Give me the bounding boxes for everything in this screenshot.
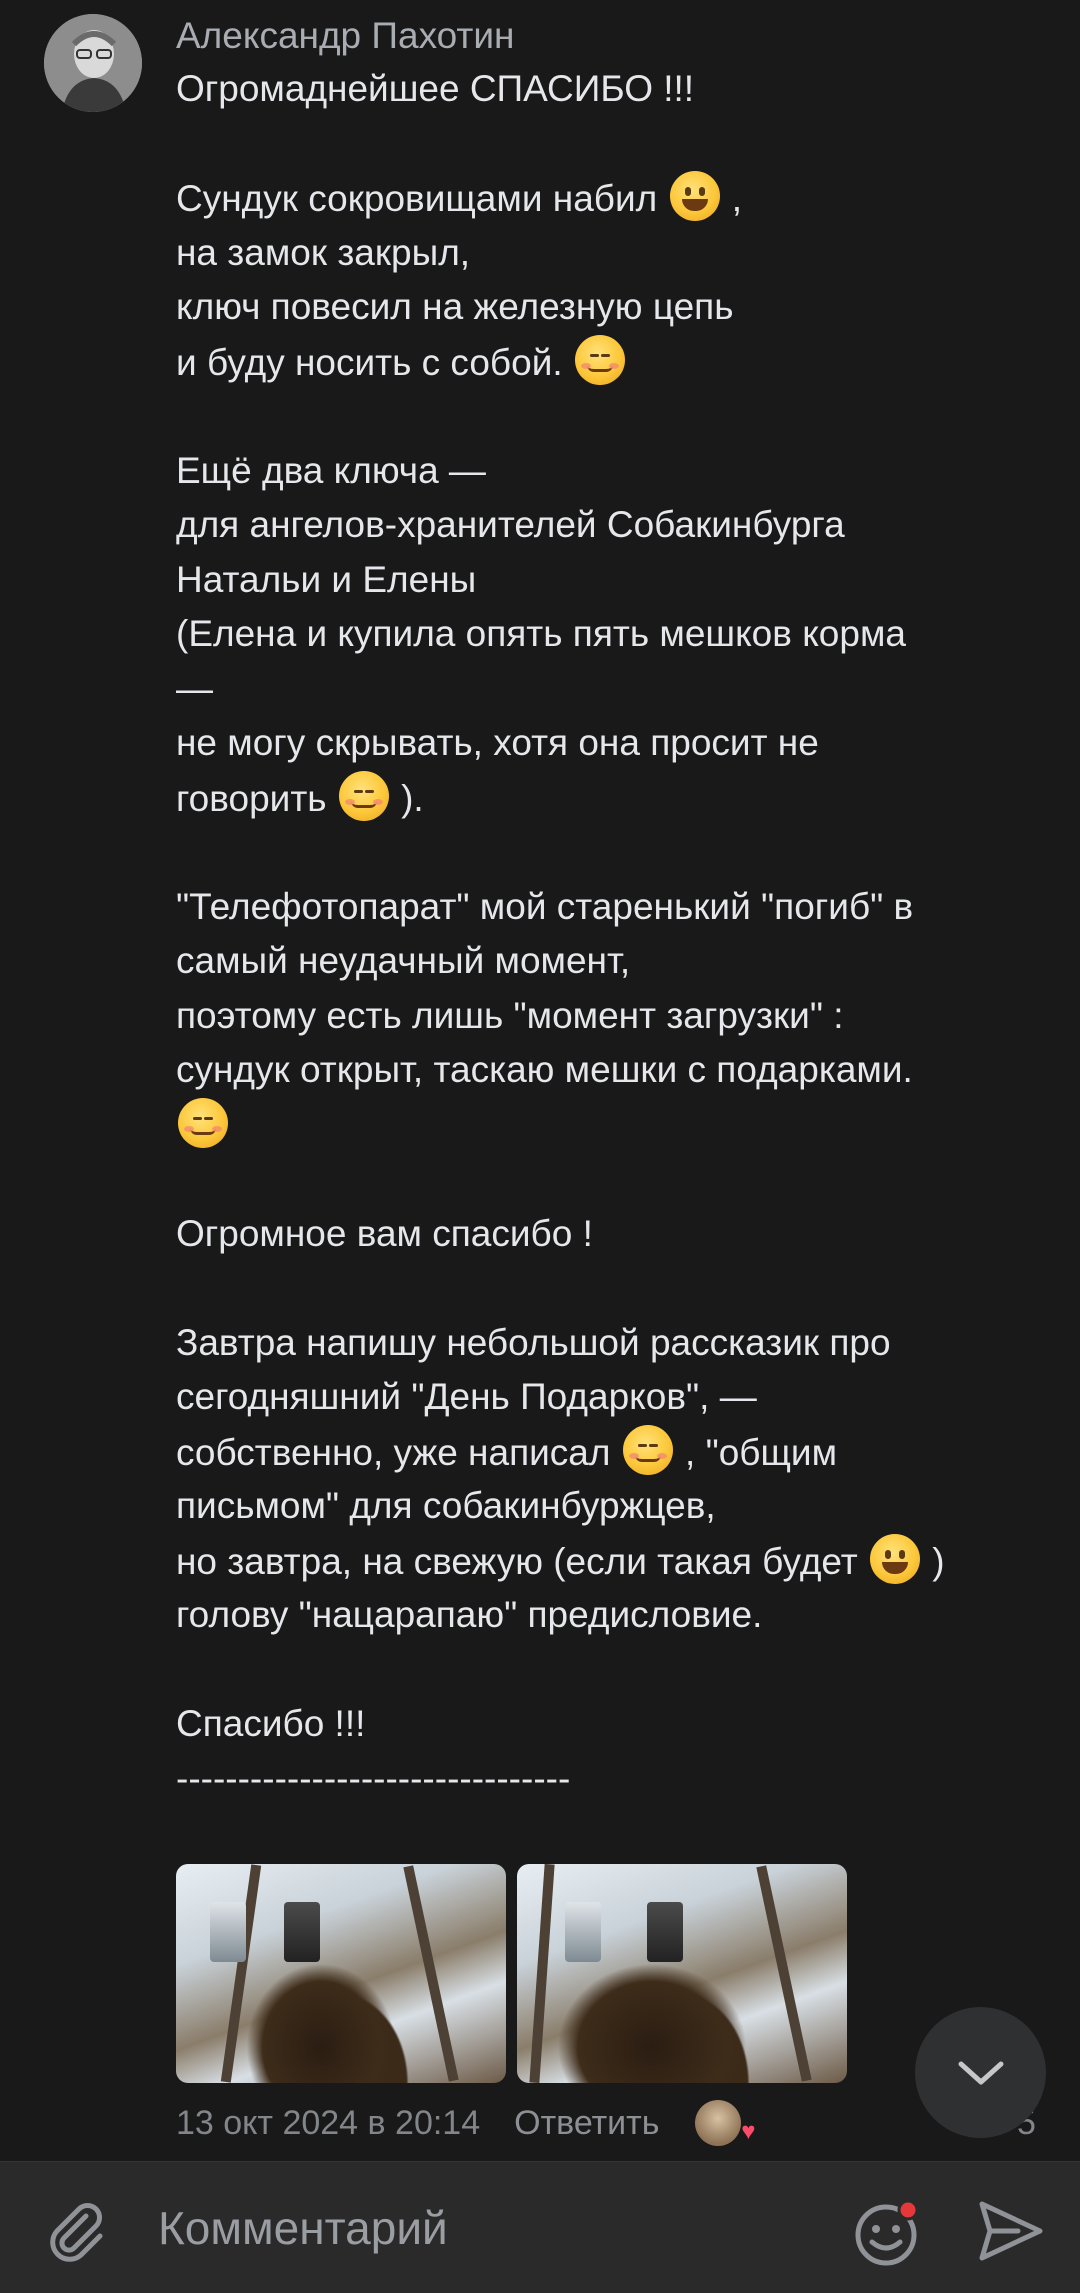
smiling-face-icon <box>574 334 625 385</box>
comment-text-line: Завтра напишу небольшой рассказик про <box>176 1321 891 1363</box>
comment-text-line: Ещё два ключа — <box>176 449 486 491</box>
comment-timestamp: 13 окт 2024 в 20:14 <box>176 2103 481 2142</box>
comment-meta: 13 окт 2024 в 20:14 Ответить ♥ <box>176 2098 755 2148</box>
send-icon[interactable] <box>978 2200 1044 2262</box>
smiling-face-icon <box>178 1097 228 1148</box>
comment-text-line: -------------------------------- <box>176 1757 571 1799</box>
comment-author[interactable]: Александр Пахотин <box>176 14 514 58</box>
reaction-avatar-icon[interactable]: ♥ <box>695 2100 755 2146</box>
comment-photo[interactable] <box>176 1864 506 2083</box>
comment-text-line <box>176 1097 1056 1153</box>
avatar[interactable] <box>44 14 142 112</box>
comment-text-line: сундук открыт, таскаю мешки с подарками. <box>176 1049 913 1090</box>
comment-text-line: — <box>176 667 213 709</box>
heart-icon: ♥ <box>741 2118 756 2145</box>
comment-text-line: но завтра, на свежую (если такая будет ) <box>176 1533 1056 1589</box>
comment-text-line: "Телефотопарат" мой старенький "погиб" в <box>176 885 914 927</box>
comment-text: Огромаднейшее СПАСИБО !!! Сундук сокровищ… <box>176 62 1056 1806</box>
comment-composer <box>0 2161 1080 2293</box>
comment-text-line: голову "нацарапаю" предисловие. <box>176 1594 763 1635</box>
comment-text-line: (Елена и купила опять пять мешков корма <box>176 613 906 654</box>
comment-text-line: самый неудачный момент, <box>176 940 631 981</box>
comment-text-line: и буду носить с собой. <box>176 334 1056 390</box>
comment-text-line: ключ повесил на железную цепь <box>176 286 734 327</box>
comment-text-line: поэтому есть лишь "момент загрузки" : <box>176 994 844 1036</box>
comment-text-line: сегодняшний "День Подарков", — <box>176 1376 757 1417</box>
smiling-face-icon <box>338 770 389 821</box>
comment-text-line: Огромное вам спасибо ! <box>176 1212 593 1254</box>
comment-text-line: Огромаднейшее СПАСИБО !!! <box>176 68 695 109</box>
smiling-face-icon <box>622 1424 673 1475</box>
comment-text-line: собственно, уже написал , "общим <box>176 1424 1056 1480</box>
comment-text-line: Сундук сокровищами набил , <box>176 171 1056 226</box>
comment-thread: Александр Пахотин Огромаднейшее СПАСИБО … <box>0 0 1080 2293</box>
comment-text-line: Натальи и Елены <box>176 558 477 600</box>
comment-photos <box>176 1864 847 2083</box>
emoji-icon[interactable] <box>852 2198 922 2268</box>
comment-text-line: на замок закрыл, <box>176 231 471 273</box>
chevron-down-icon <box>958 2061 1003 2084</box>
grinning-face-icon <box>669 171 720 221</box>
comment-text-line: письмом" для собакинбуржцев, <box>176 1485 716 1526</box>
comment-text-line: говорить ). <box>176 770 1056 826</box>
attach-icon[interactable] <box>44 2198 108 2262</box>
comment-photo[interactable] <box>517 1864 847 2083</box>
grinning-face-icon <box>869 1533 920 1584</box>
comment-input[interactable] <box>158 2198 798 2258</box>
reply-button[interactable]: Ответить <box>514 2104 659 2143</box>
comment-text-line: Спасибо !!! <box>176 1703 366 1744</box>
comment-text-line: для ангелов-хранителей Собакинбурга <box>176 504 845 545</box>
comment-text-line: не могу скрывать, хотя она просит не <box>176 722 819 763</box>
scroll-down-button[interactable] <box>915 2007 1046 2138</box>
